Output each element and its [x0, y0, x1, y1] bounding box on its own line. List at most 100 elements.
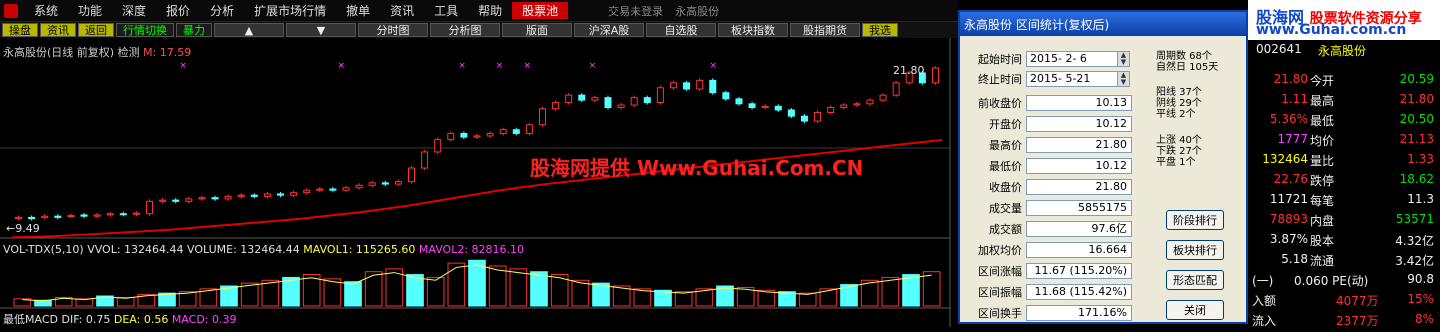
start-date-field[interactable]: 2015- 2- 6 ▲ ▼	[1026, 51, 1130, 67]
candle-body	[617, 104, 625, 109]
candle-body	[499, 129, 507, 134]
candle-body	[787, 109, 795, 117]
menu-item-depth[interactable]: 深度	[112, 2, 156, 19]
candle-body	[866, 99, 874, 105]
candle-body	[486, 132, 494, 137]
toolbar-futures-button[interactable]: 股指期货	[790, 23, 860, 37]
brand-banner: 股海网 股票软件资源分享 www.Guhai.com.cn	[1248, 0, 1440, 40]
low-price-label: ←9.49	[6, 222, 40, 235]
candle-body	[211, 197, 219, 200]
menu-item-help[interactable]: 帮助	[468, 2, 512, 19]
quote-right-value: 21.13	[1399, 132, 1434, 146]
quote-row: 78893 内盘 53571	[1248, 212, 1440, 232]
quote-key: 每笔	[1310, 194, 1335, 208]
toolbar-back-button[interactable]: 返回	[78, 23, 114, 37]
quote-left-value: 11721	[1269, 192, 1308, 206]
candle-body	[604, 97, 612, 109]
end-date-value: 2015- 5-21	[1030, 72, 1091, 85]
candle-body	[198, 197, 206, 200]
volume-bar	[447, 262, 466, 307]
candle-body	[683, 82, 691, 90]
toolbar-violence-button[interactable]: 暴力	[176, 23, 212, 37]
toolbar-up-button[interactable]: ▲	[214, 23, 284, 37]
quote-key: 2377万	[1336, 314, 1379, 328]
menu-item-stock-pool[interactable]: 股票池	[512, 2, 569, 19]
macd-header: 最低MACD DIF: 0.75 DEA: 0.56 MACD: 0.39	[3, 311, 237, 327]
menu-item-news[interactable]: 资讯	[380, 2, 424, 19]
candle-body	[80, 214, 88, 217]
close-button[interactable]: 关闭	[1166, 300, 1224, 320]
candle-body	[237, 194, 245, 197]
volume-bar	[798, 292, 817, 307]
start-date-label: 起始时间	[978, 53, 1022, 66]
candle-body	[892, 82, 900, 96]
candle-body	[630, 97, 638, 106]
menu-bar: 系统 功能 深度 报价 分析 扩展市场行情 撤单 资讯 工具 帮助 股票池 交易…	[0, 0, 958, 22]
toolbar-analysis-button[interactable]: 分析图	[430, 23, 500, 37]
quote-right-value: 15%	[1407, 292, 1434, 306]
toolbar-trade-button[interactable]: 操盘	[2, 23, 38, 37]
menu-item-quote[interactable]: 报价	[156, 2, 200, 19]
kline-chart-svg[interactable]: × × × × × × ×	[0, 38, 958, 327]
candle-body	[853, 103, 861, 106]
toolbar-layout-button[interactable]: 版面	[502, 23, 572, 37]
field-label: 最高价	[989, 139, 1022, 152]
menu-item-tools[interactable]: 工具	[424, 2, 468, 19]
candle-body	[408, 167, 416, 183]
end-date-field[interactable]: 2015- 5-21 ▲ ▼	[1026, 71, 1130, 87]
candle-body	[263, 193, 271, 197]
stat-flat-lines: 平线 2个	[1156, 109, 1196, 120]
stat-periods: 周期数 68个	[1156, 51, 1212, 62]
quote-left-value: 132464	[1262, 152, 1308, 166]
quote-row: 3.87% 股本 4.32亿	[1248, 232, 1440, 252]
signal-marker-x: ×	[710, 61, 718, 71]
volume-bar	[881, 276, 900, 307]
quote-key: 0.060 PE(动)	[1294, 274, 1369, 288]
candle-body	[355, 184, 363, 189]
volume-bar	[922, 271, 941, 307]
quote-key: 4077万	[1336, 294, 1379, 308]
field-value: 16.664	[1026, 242, 1132, 258]
high-price-label: 21.80	[893, 64, 925, 77]
dialog-title-bar[interactable]: 永高股份 区间统计(复权后)	[960, 12, 1246, 36]
toolbar-news-button[interactable]: 资讯	[40, 23, 76, 37]
toolbar-sector-index-button[interactable]: 板块指数	[718, 23, 788, 37]
pattern-match-button[interactable]: 形态匹配	[1166, 270, 1224, 290]
stage-ranking-button[interactable]: 阶段排行	[1166, 210, 1224, 230]
volume-bar	[406, 274, 424, 307]
menu-item-function[interactable]: 功能	[68, 2, 112, 19]
candle-body	[578, 94, 586, 101]
menu-item-analysis[interactable]: 分析	[200, 2, 244, 19]
candle-body	[643, 97, 651, 104]
toolbar-intraday-button[interactable]: 分时图	[358, 23, 428, 37]
dialog-title: 永高股份 区间统计(复权后)	[964, 17, 1110, 32]
candle-body	[15, 216, 23, 220]
start-date-spinner[interactable]: ▲ ▼	[1117, 52, 1129, 66]
field-label: 区间涨幅	[978, 265, 1022, 278]
sector-ranking-button[interactable]: 板块排行	[1166, 240, 1224, 260]
candle-body	[119, 213, 127, 216]
menu-item-extended-market[interactable]: 扩展市场行情	[244, 2, 336, 19]
kline-chart-area[interactable]: × × × × × × × 永高股份(日线 前复权) 检测 M: 17.59 21.80 ←…	[0, 38, 958, 327]
toolbar-a-shares-button[interactable]: 沪深A股	[574, 23, 644, 37]
brand-url: www.Guhai.com.cn	[1256, 22, 1407, 38]
dea-value: DEA: 0.56	[113, 313, 169, 326]
candle-body	[250, 194, 258, 197]
menu-item-cancel-order[interactable]: 撤单	[336, 2, 380, 19]
toolbar-my-pick-button[interactable]: 我选	[862, 23, 898, 37]
toolbar-down-button[interactable]: ▼	[286, 23, 356, 37]
candle-body	[106, 213, 114, 216]
field-value: 10.12	[1026, 116, 1132, 132]
menu-item-system[interactable]: 系统	[24, 2, 68, 19]
toolbar-switch-quote-button[interactable]: 行情切换	[116, 23, 174, 37]
end-date-spinner[interactable]: ▲ ▼	[1117, 72, 1129, 86]
candle-body	[512, 129, 520, 134]
toolbar-watchlist-button[interactable]: 自选股	[646, 23, 716, 37]
candle-body	[381, 182, 389, 185]
volume-bar	[488, 265, 507, 307]
field-value: 5855175	[1026, 200, 1132, 216]
field-value: 11.68 (115.42%)	[1026, 284, 1132, 300]
quote-right-value: 90.8	[1407, 272, 1434, 286]
quote-left-value: (一)	[1252, 274, 1274, 288]
candle-body	[709, 79, 717, 94]
